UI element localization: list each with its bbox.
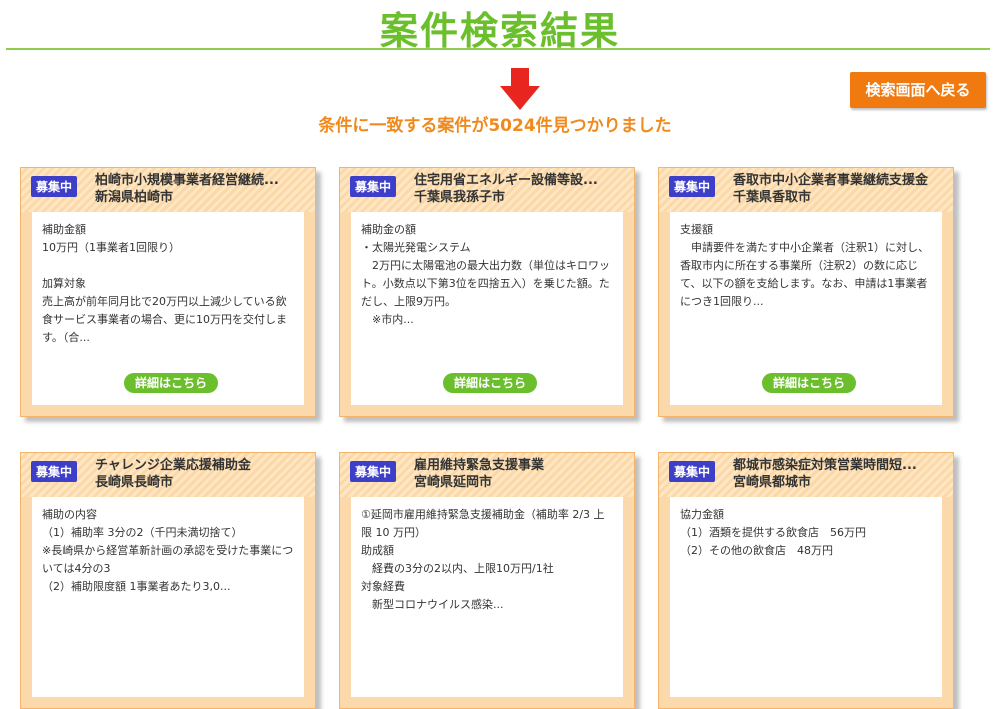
- status-badge: 募集中: [669, 461, 716, 482]
- card-header[interactable]: 募集中 チャレンジ企業応援補助金 長崎県長崎市: [21, 453, 315, 497]
- status-badge: 募集中: [669, 176, 716, 197]
- result-card: 募集中 チャレンジ企業応援補助金 長崎県長崎市 補助の内容 （1）補助率 3分の…: [20, 452, 316, 709]
- result-card: 募集中 香取市中小企業者事業継続支援金 千葉県香取市 支援額 申請要件を満たす中…: [658, 167, 954, 417]
- card-description: ①延岡市雇用維持緊急支援補助金（補助率 2/3 上限 10 万円） 助成額 経費…: [361, 508, 605, 611]
- status-badge: 募集中: [31, 461, 78, 482]
- card-body: 補助の内容 （1）補助率 3分の2（千円未満切捨て） ※長崎県から経営革新計画の…: [32, 497, 304, 697]
- detail-button[interactable]: 詳細はこちら: [762, 373, 856, 393]
- card-header[interactable]: 募集中 香取市中小企業者事業継続支援金 千葉県香取市: [659, 168, 953, 212]
- card-description: 補助の内容 （1）補助率 3分の2（千円未満切捨て） ※長崎県から経営革新計画の…: [42, 508, 294, 593]
- status-badge: 募集中: [350, 461, 397, 482]
- card-title[interactable]: 雇用維持緊急支援事業: [414, 457, 544, 474]
- card-body: 協力金額 （1）酒類を提供する飲食店 56万円 （2）その他の飲食店 48万円: [670, 497, 942, 697]
- card-body: 補助金の額 ・太陽光発電システム 2万円に太陽電池の最大出力数（単位はキロワット…: [351, 212, 623, 405]
- result-card: 募集中 住宅用省エネルギー設備等設... 千葉県我孫子市 補助金の額 ・太陽光発…: [339, 167, 635, 417]
- result-card: 募集中 都城市感染症対策営業時間短... 宮崎県都城市 協力金額 （1）酒類を提…: [658, 452, 954, 709]
- card-title[interactable]: 都城市感染症対策営業時間短...: [733, 457, 917, 474]
- card-description: 協力金額 （1）酒類を提供する飲食店 56万円 （2）その他の飲食店 48万円: [680, 508, 866, 557]
- detail-button[interactable]: 詳細はこちら: [443, 373, 537, 393]
- status-badge: 募集中: [31, 176, 78, 197]
- card-description: 補助金の額 ・太陽光発電システム 2万円に太陽電池の最大出力数（単位はキロワット…: [361, 223, 610, 326]
- card-location: 長崎県長崎市: [95, 475, 174, 490]
- card-location: 千葉県我孫子市: [414, 190, 506, 205]
- card-location: 新潟県柏崎市: [95, 190, 174, 205]
- down-arrow-icon: [500, 68, 540, 110]
- card-title[interactable]: チャレンジ企業応援補助金: [95, 457, 251, 474]
- card-description: 支援額 申請要件を満たす中小企業者（注釈1）に対し、香取市内に所在する事業所（注…: [680, 223, 929, 308]
- card-header[interactable]: 募集中 柏崎市小規模事業者経営継続... 新潟県柏崎市: [21, 168, 315, 212]
- card-location: 宮崎県都城市: [733, 475, 812, 490]
- card-title[interactable]: 香取市中小企業者事業継続支援金: [733, 172, 928, 189]
- card-body: ①延岡市雇用維持緊急支援補助金（補助率 2/3 上限 10 万円） 助成額 経費…: [351, 497, 623, 697]
- card-location: 千葉県香取市: [733, 190, 812, 205]
- status-badge: 募集中: [350, 176, 397, 197]
- back-to-search-button[interactable]: 検索画面へ戻る: [850, 72, 986, 108]
- title-divider: [6, 48, 990, 50]
- card-header[interactable]: 募集中 都城市感染症対策営業時間短... 宮崎県都城市: [659, 453, 953, 497]
- result-card: 募集中 柏崎市小規模事業者経営継続... 新潟県柏崎市 補助金額 10万円（1事…: [20, 167, 316, 417]
- card-location: 宮崎県延岡市: [414, 475, 493, 490]
- result-count-text: 条件に一致する案件が5024件見つかりました: [318, 116, 672, 136]
- card-description: 補助金額 10万円（1事業者1回限り） 加算対象 売上高が前年同月比で20万円以…: [42, 223, 287, 344]
- card-title[interactable]: 柏崎市小規模事業者経営継続...: [95, 172, 279, 189]
- card-body: 支援額 申請要件を満たす中小企業者（注釈1）に対し、香取市内に所在する事業所（注…: [670, 212, 942, 405]
- card-header[interactable]: 募集中 雇用維持緊急支援事業 宮崎県延岡市: [340, 453, 634, 497]
- card-body: 補助金額 10万円（1事業者1回限り） 加算対象 売上高が前年同月比で20万円以…: [32, 212, 304, 405]
- card-title[interactable]: 住宅用省エネルギー設備等設...: [414, 172, 598, 189]
- detail-button[interactable]: 詳細はこちら: [124, 373, 218, 393]
- result-card: 募集中 雇用維持緊急支援事業 宮崎県延岡市 ①延岡市雇用維持緊急支援補助金（補助…: [339, 452, 635, 709]
- card-header[interactable]: 募集中 住宅用省エネルギー設備等設... 千葉県我孫子市: [340, 168, 634, 212]
